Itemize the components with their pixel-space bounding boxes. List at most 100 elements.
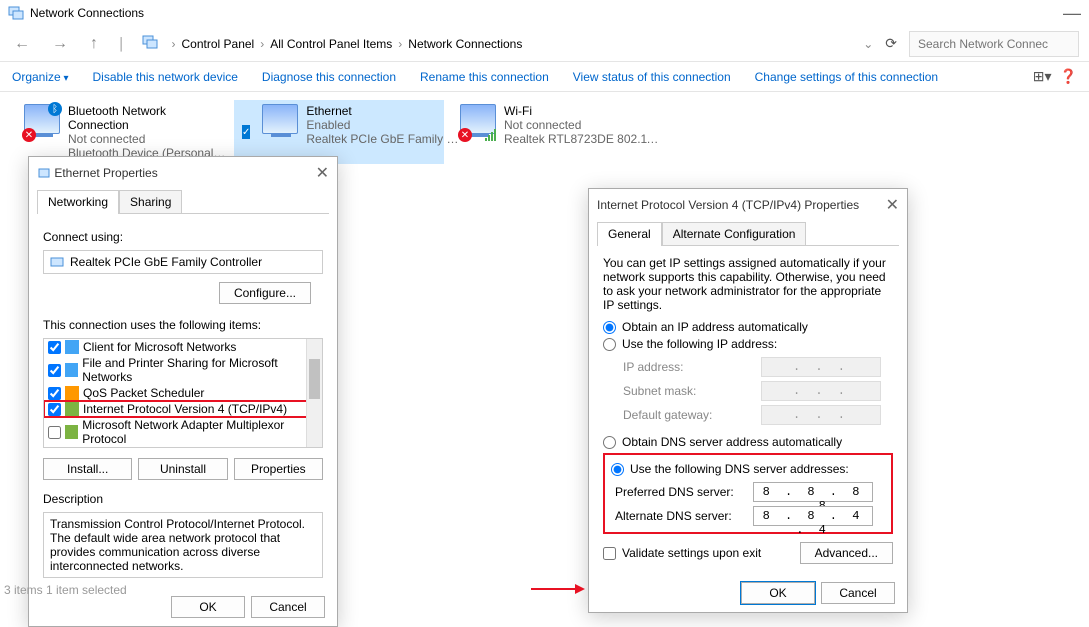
connection-name: Ethernet bbox=[306, 104, 466, 118]
protocol-checkbox[interactable] bbox=[48, 364, 61, 377]
protocol-item: Microsoft Network Adapter Multiplexor Pr… bbox=[44, 417, 322, 447]
protocol-checkbox[interactable] bbox=[48, 426, 61, 439]
action-diagnose[interactable]: Diagnose this connection bbox=[262, 70, 396, 84]
window-title: Network Connections bbox=[30, 6, 144, 20]
dns-auto-radio[interactable] bbox=[603, 436, 616, 449]
scrollbar[interactable] bbox=[306, 339, 322, 447]
ip-manual-radio[interactable] bbox=[603, 338, 616, 351]
advanced-button[interactable]: Advanced... bbox=[800, 542, 893, 564]
connection-bluetooth[interactable]: ✕ ᛒ Bluetooth Network Connection Not con… bbox=[16, 100, 226, 164]
protocol-icon bbox=[65, 402, 79, 416]
ethernet-icon bbox=[37, 166, 51, 180]
sharing-icon bbox=[65, 363, 78, 377]
uninstall-button[interactable]: Uninstall bbox=[138, 458, 227, 480]
ok-button[interactable]: OK bbox=[171, 596, 245, 618]
organize-menu[interactable]: Organize bbox=[12, 70, 69, 84]
back-button[interactable]: ← bbox=[10, 31, 34, 57]
protocol-checkbox[interactable] bbox=[48, 341, 61, 354]
connection-device: Realtek RTL8723DE 802.11b/g/... bbox=[504, 132, 664, 146]
crumb-control-panel[interactable]: Control Panel bbox=[182, 37, 255, 51]
connect-using-label: Connect using: bbox=[43, 230, 323, 244]
action-disable[interactable]: Disable this network device bbox=[93, 70, 238, 84]
dialog-title: Ethernet Properties bbox=[54, 166, 157, 180]
configure-button[interactable]: Configure... bbox=[219, 282, 311, 304]
alt-dns-label: Alternate DNS server: bbox=[615, 509, 745, 523]
disabled-badge-icon: ✕ bbox=[22, 128, 36, 142]
connection-device: Realtek PCIe GbE Family Cont... bbox=[306, 132, 466, 146]
protocol-icon bbox=[65, 425, 78, 439]
address-dropdown[interactable]: ⌄ bbox=[863, 37, 873, 51]
cancel-button[interactable]: Cancel bbox=[821, 582, 895, 604]
connection-ethernet[interactable]: ✓ Ethernet Enabled Realtek PCIe GbE Fami… bbox=[234, 100, 444, 164]
title-bar: Network Connections — bbox=[0, 0, 1089, 26]
chevron-right-icon: › bbox=[260, 37, 264, 51]
arrow-annotation-icon bbox=[529, 582, 585, 596]
minimize-button[interactable]: — bbox=[1063, 3, 1081, 24]
ip-address-label: IP address: bbox=[623, 360, 753, 374]
protocol-item-ipv4: Internet Protocol Version 4 (TCP/IPv4) bbox=[44, 401, 322, 417]
protocol-item: QoS Packet Scheduler bbox=[44, 385, 322, 401]
description-label: Description bbox=[43, 492, 323, 506]
search-input[interactable] bbox=[909, 31, 1079, 57]
dialog-title: Internet Protocol Version 4 (TCP/IPv4) P… bbox=[597, 198, 859, 212]
refresh-button[interactable]: ⟳ bbox=[885, 35, 897, 52]
adapter-icon bbox=[262, 104, 298, 140]
crumb-all-items[interactable]: All Control Panel Items bbox=[270, 37, 392, 51]
connection-wifi[interactable]: ✕ Wi-Fi Not connected Realtek RTL8723DE … bbox=[452, 100, 662, 164]
validate-checkbox[interactable] bbox=[603, 547, 616, 560]
forward-button[interactable]: → bbox=[48, 31, 72, 57]
properties-button[interactable]: Properties bbox=[234, 458, 323, 480]
protocol-checkbox[interactable] bbox=[48, 387, 61, 400]
cancel-button[interactable]: Cancel bbox=[251, 596, 325, 618]
toolbar: Organize Disable this network device Dia… bbox=[0, 62, 1089, 92]
pref-dns-input[interactable]: 8 . 8 . 8 . 8 bbox=[753, 482, 873, 502]
adapter-icon: ✕ ᛒ bbox=[24, 104, 60, 140]
tab-general[interactable]: General bbox=[597, 222, 662, 246]
close-button[interactable]: ✕ bbox=[316, 163, 329, 183]
action-rename[interactable]: Rename this connection bbox=[420, 70, 549, 84]
ip-auto-radio[interactable] bbox=[603, 321, 616, 334]
protocol-item: Microsoft LLDP Protocol Driver bbox=[44, 447, 322, 448]
subnet-label: Subnet mask: bbox=[623, 384, 753, 398]
dialog-titlebar[interactable]: Internet Protocol Version 4 (TCP/IPv4) P… bbox=[589, 189, 907, 221]
tab-sharing[interactable]: Sharing bbox=[119, 190, 182, 214]
protocol-checkbox[interactable] bbox=[48, 403, 61, 416]
dialog-titlebar[interactable]: Ethernet Properties ✕ bbox=[29, 157, 337, 189]
protocol-label: File and Printer Sharing for Microsoft N… bbox=[82, 356, 318, 384]
install-button[interactable]: Install... bbox=[43, 458, 132, 480]
crumb-network-connections[interactable]: Network Connections bbox=[408, 37, 522, 51]
alt-dns-input[interactable]: 8 . 8 . 4 . 4 bbox=[753, 506, 873, 526]
adapter-name: Realtek PCIe GbE Family Controller bbox=[70, 255, 262, 269]
intro-text: You can get IP settings assigned automat… bbox=[603, 256, 893, 312]
disabled-badge-icon: ✕ bbox=[458, 128, 472, 142]
wifi-signal-icon bbox=[484, 128, 498, 142]
nic-icon bbox=[50, 255, 64, 269]
protocol-list[interactable]: Client for Microsoft Networks File and P… bbox=[43, 338, 323, 448]
breadcrumb: › Control Panel › All Control Panel Item… bbox=[172, 37, 850, 51]
adapter-selector[interactable]: Realtek PCIe GbE Family Controller bbox=[43, 250, 323, 274]
tab-alternate[interactable]: Alternate Configuration bbox=[662, 222, 807, 246]
close-button[interactable]: ✕ bbox=[886, 195, 899, 215]
selected-check-icon: ✓ bbox=[242, 125, 250, 139]
dns-manual-label: Use the following DNS server addresses: bbox=[630, 462, 849, 476]
action-view-status[interactable]: View status of this connection bbox=[573, 70, 731, 84]
gateway-label: Default gateway: bbox=[623, 408, 753, 422]
dns-manual-radio[interactable] bbox=[611, 463, 624, 476]
help-icon[interactable]: ❓ bbox=[1060, 68, 1077, 85]
connection-name: Bluetooth Network Connection bbox=[68, 104, 228, 132]
tab-strip: General Alternate Configuration bbox=[597, 221, 899, 246]
view-options-icon[interactable]: ⊞▾ bbox=[1033, 68, 1052, 85]
dns-manual-radio-row: Use the following DNS server addresses: bbox=[611, 462, 885, 476]
scrollbar-thumb[interactable] bbox=[309, 359, 320, 399]
nav-separator: │ bbox=[118, 37, 126, 51]
gateway-input: . . . bbox=[761, 405, 881, 425]
action-change-settings[interactable]: Change settings of this connection bbox=[755, 70, 938, 84]
dns-auto-label: Obtain DNS server address automatically bbox=[622, 435, 842, 449]
connection-status: Enabled bbox=[306, 118, 466, 132]
chevron-right-icon: › bbox=[398, 37, 402, 51]
ethernet-properties-dialog: Ethernet Properties ✕ Networking Sharing… bbox=[28, 156, 338, 627]
tab-networking[interactable]: Networking bbox=[37, 190, 119, 214]
protocol-item: Client for Microsoft Networks bbox=[44, 339, 322, 355]
up-button[interactable]: ↑ bbox=[86, 31, 102, 57]
ok-button[interactable]: OK bbox=[741, 582, 815, 604]
